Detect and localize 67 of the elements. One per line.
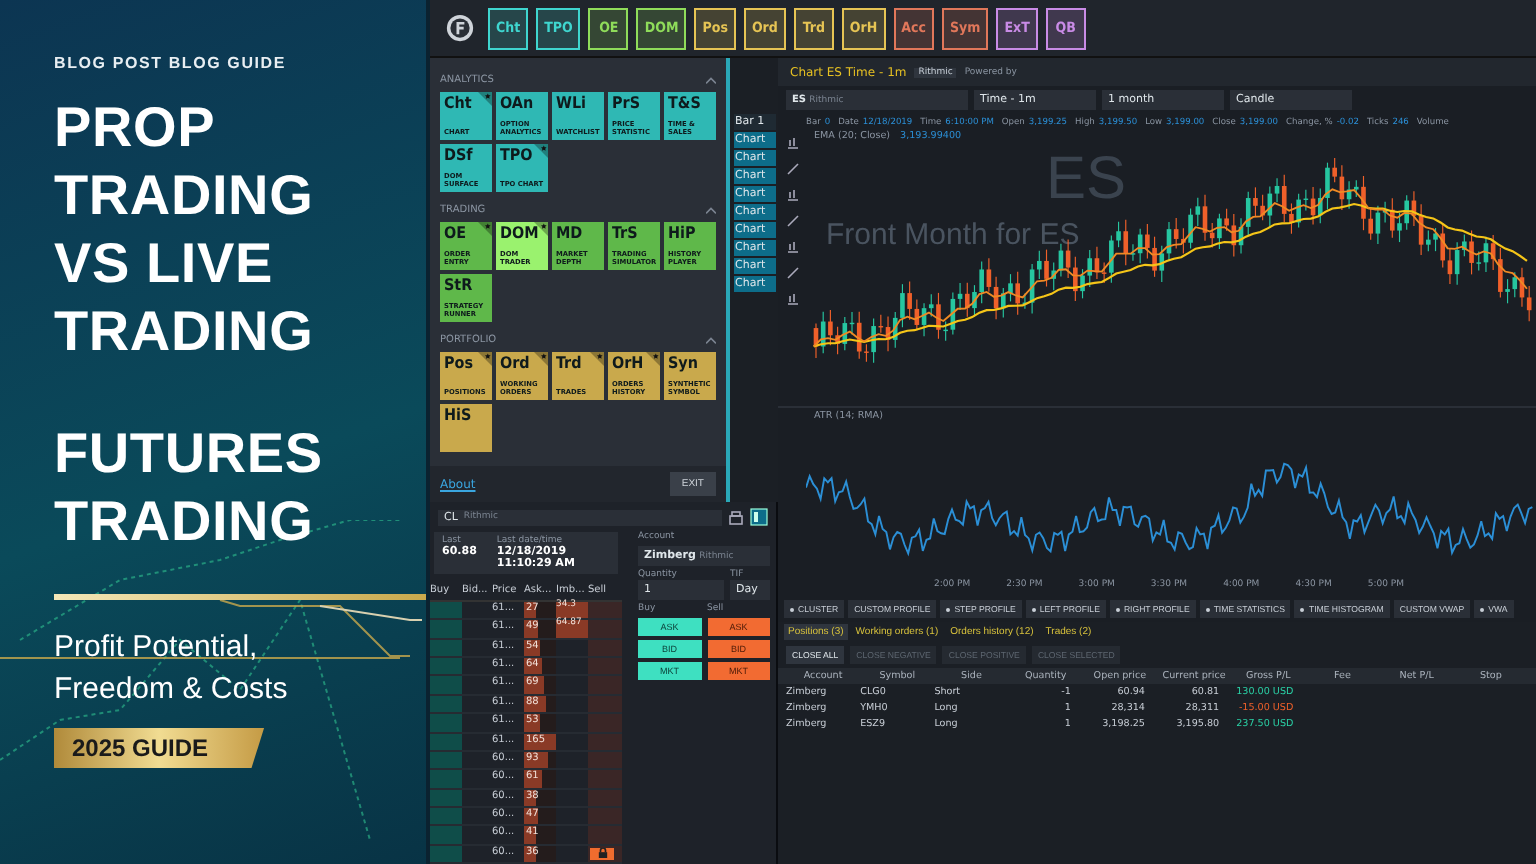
sell-cell[interactable] <box>588 620 622 638</box>
tile-abbreviation: MD <box>556 224 583 242</box>
title-line: TRADING <box>54 162 316 230</box>
collapse-icon[interactable] <box>706 336 716 344</box>
collapse-icon[interactable] <box>706 76 716 84</box>
favorite-star-icon[interactable] <box>534 352 548 366</box>
tile-abbreviation: Pos <box>444 354 474 372</box>
buy-cell[interactable] <box>430 676 462 694</box>
tile-abbreviation: OrH <box>612 354 644 372</box>
tile-abbreviation: Trd <box>556 354 582 372</box>
tile-abbreviation: OAn <box>500 94 534 112</box>
panel-layout-icon[interactable] <box>750 508 768 526</box>
drawing-tool-icon[interactable] <box>785 240 799 254</box>
collapse-icon[interactable] <box>706 206 716 214</box>
drawing-tool-icon[interactable] <box>785 162 799 176</box>
sell-cell[interactable] <box>588 676 622 694</box>
tagline-text: Freedom & Costs <box>54 670 290 710</box>
favorite-star-icon[interactable] <box>534 222 548 236</box>
favorite-star-icon[interactable] <box>478 222 492 236</box>
buy-cell[interactable] <box>430 770 462 788</box>
tile-abbreviation: StR <box>444 276 473 294</box>
tile-abbreviation: Syn <box>668 354 698 372</box>
tile-abbreviation: DSf <box>444 146 473 164</box>
tile-abbreviation: HiS <box>444 406 472 424</box>
buy-cell[interactable] <box>430 602 462 619</box>
symbol-description-watermark: Front Month for ES <box>826 218 1080 252</box>
favorite-star-icon[interactable] <box>534 144 548 158</box>
favorite-star-icon[interactable] <box>590 352 604 366</box>
tile-abbreviation: HiP <box>668 224 696 242</box>
title-line: TRADING <box>54 298 316 366</box>
tile-abbreviation: Ord <box>500 354 530 372</box>
sell-cell[interactable] <box>588 826 622 844</box>
favorite-star-icon[interactable] <box>646 352 660 366</box>
module-tile[interactable]: HiS <box>440 404 492 452</box>
subtitle-line: FUTURES <box>54 420 325 488</box>
logo-icon[interactable] <box>446 14 474 42</box>
kicker-text: BLOG POST BLOG GUIDE <box>54 54 289 72</box>
buy-cell[interactable] <box>430 620 462 638</box>
tile-abbreviation: T&S <box>668 94 701 112</box>
favorite-star-icon[interactable] <box>478 352 492 366</box>
tagline-text: Profit Potential, <box>54 628 260 668</box>
sell-order-marker[interactable] <box>590 847 614 860</box>
sell-cell[interactable] <box>588 714 622 732</box>
tile-abbreviation: TrS <box>612 224 638 242</box>
drawing-tool-icon[interactable] <box>785 266 799 280</box>
drawing-tool-icon[interactable] <box>785 136 799 150</box>
sell-cell[interactable] <box>588 658 622 675</box>
tile-abbreviation: OE <box>444 224 467 242</box>
print-icon[interactable] <box>728 509 744 525</box>
sell-cell[interactable] <box>588 602 622 619</box>
guide-badge: 2025 GUIDE <box>54 728 265 768</box>
buy-cell[interactable] <box>430 714 462 732</box>
drawing-tool-icon[interactable] <box>785 214 799 228</box>
buy-cell[interactable] <box>430 658 462 675</box>
title-line: VS LIVE <box>54 230 275 298</box>
tile-abbreviation: DOM <box>500 224 539 242</box>
favorite-star-icon[interactable] <box>478 92 492 106</box>
tile-abbreviation: PrS <box>612 94 641 112</box>
buy-cell[interactable] <box>430 826 462 844</box>
tile-abbreviation: TPO <box>500 146 533 164</box>
title-line: PROP <box>54 94 218 162</box>
tile-abbreviation: Cht <box>444 94 472 112</box>
subtitle-line: TRADING <box>54 488 316 556</box>
sell-cell[interactable] <box>588 770 622 788</box>
drawing-tool-icon[interactable] <box>785 292 799 306</box>
drawing-tool-icon[interactable] <box>785 188 799 202</box>
tile-abbreviation: WLi <box>556 94 586 112</box>
